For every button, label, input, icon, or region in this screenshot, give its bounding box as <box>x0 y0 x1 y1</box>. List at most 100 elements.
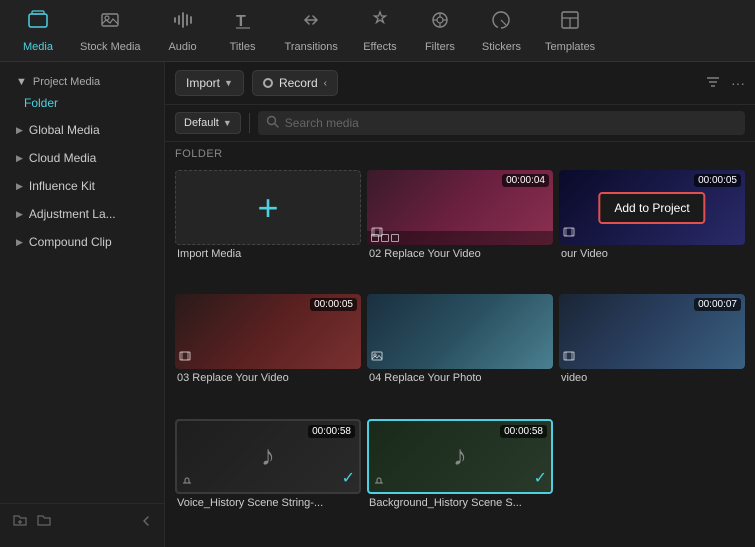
main-layout: ▼ Project Media Folder ▶ Global Media ▶ … <box>0 62 755 547</box>
audio-voice-thumb[interactable]: ♪ 00:00:58 ✓ <box>175 419 361 494</box>
photo-04-thumb[interactable] <box>367 294 553 369</box>
add-folder-icon[interactable] <box>12 512 28 531</box>
list-item[interactable]: ♪ 00:00:58 ✓ Background_History Scene S.… <box>367 419 553 537</box>
list-item[interactable]: 00:00:07 video <box>559 294 745 412</box>
record-dot-icon <box>263 78 273 88</box>
search-input[interactable] <box>285 116 737 130</box>
video-02b-label: our Video <box>559 248 745 260</box>
video-02-label: 02 Replace Your Video <box>367 248 553 260</box>
record-arrow: ‹ <box>324 78 327 89</box>
toolbar-media-label: Media <box>23 41 53 53</box>
add-to-project-popup[interactable]: Add to Project <box>598 192 705 224</box>
sidebar-project-media[interactable]: ▼ Project Media <box>0 70 164 92</box>
filmstrip-icon <box>371 226 383 241</box>
import-button[interactable]: Import ▼ <box>175 70 244 96</box>
video-02b-thumb[interactable]: 00:00:05 Add to Project <box>559 170 745 245</box>
audio-bg-duration: 00:00:58 <box>500 425 547 438</box>
topbar-right-actions: ··· <box>705 74 745 93</box>
video-02-duration: 00:00:04 <box>502 174 549 187</box>
record-button[interactable]: Record ‹ <box>252 70 338 96</box>
video-03-label: 03 Replace Your Video <box>175 372 361 384</box>
audio-voice-label: Voice_History Scene String-... <box>175 497 361 509</box>
toolbar-transitions-label: Transitions <box>285 41 338 53</box>
sidebar-cloud-media-label: Cloud Media <box>29 151 96 165</box>
audio-type-icon <box>181 473 193 488</box>
audio-icon <box>172 9 194 37</box>
video-05-duration: 00:00:07 <box>694 298 741 311</box>
video-02-thumb[interactable]: 00:00:04 <box>367 170 553 245</box>
record-label: Record <box>279 76 318 90</box>
list-item[interactable]: ♪ 00:00:58 ✓ Voice_History Scene String-… <box>175 419 361 537</box>
content-area: Import ▼ Record ‹ ··· <box>165 62 755 547</box>
adjustment-la-arrow: ▶ <box>16 209 23 220</box>
toolbar-templates-label: Templates <box>545 41 595 53</box>
titles-icon: T <box>232 9 254 37</box>
toolbar-effects-label: Effects <box>363 41 396 53</box>
video-03-thumb[interactable]: 00:00:05 <box>175 294 361 369</box>
search-divider <box>249 113 250 133</box>
import-dropdown-arrow: ▼ <box>224 78 233 88</box>
sidebar-influence-kit-label: Influence Kit <box>29 179 95 193</box>
influence-kit-arrow: ▶ <box>16 181 23 192</box>
audio-voice-duration: 00:00:58 <box>308 425 355 438</box>
toolbar-filters-label: Filters <box>425 41 455 53</box>
list-item[interactable]: + Import Media <box>175 170 361 288</box>
video-02b-duration: 00:00:05 <box>694 174 741 187</box>
toolbar-item-transitions[interactable]: Transitions <box>273 3 350 59</box>
toolbar: Media Stock Media Audio T Titles <box>0 0 755 62</box>
list-item[interactable]: 00:00:05 Add to Project our Video <box>559 170 745 288</box>
sidebar-item-global-media[interactable]: ▶ Global Media <box>0 116 164 144</box>
image-icon <box>371 350 383 365</box>
more-options-icon[interactable]: ··· <box>731 75 745 91</box>
search-bar: Default ▼ <box>165 105 755 142</box>
transitions-icon <box>300 9 322 37</box>
sidebar-item-influence-kit[interactable]: ▶ Influence Kit <box>0 172 164 200</box>
global-media-arrow: ▶ <box>16 125 23 136</box>
import-plus-icon: + <box>257 190 278 226</box>
import-media-label: Import Media <box>175 248 361 260</box>
content-topbar: Import ▼ Record ‹ ··· <box>165 62 755 105</box>
toolbar-audio-label: Audio <box>168 41 196 53</box>
default-view-button[interactable]: Default ▼ <box>175 112 241 134</box>
toolbar-titles-label: Titles <box>230 41 256 53</box>
photo-04-preview <box>367 294 553 369</box>
search-icon <box>266 115 279 131</box>
toolbar-item-templates[interactable]: Templates <box>533 3 607 59</box>
audio-type-icon-2 <box>373 473 385 488</box>
audio-voice-checkmark: ✓ <box>342 468 355 488</box>
toolbar-item-stickers[interactable]: Stickers <box>470 3 533 59</box>
filmstrip-icon-5 <box>563 350 575 365</box>
list-item[interactable]: 00:00:05 03 Replace Your Video <box>175 294 361 412</box>
compound-clip-arrow: ▶ <box>16 237 23 248</box>
search-input-wrapper <box>258 111 745 135</box>
audio-bg-thumb[interactable]: ♪ 00:00:58 ✓ <box>367 419 553 494</box>
toolbar-item-media[interactable]: Media <box>8 3 68 59</box>
folder-icon[interactable] <box>36 512 52 531</box>
templates-icon <box>559 9 581 37</box>
toolbar-item-audio[interactable]: Audio <box>153 3 213 59</box>
stock-media-icon <box>99 9 121 37</box>
collapse-arrow-icon[interactable] <box>140 514 152 530</box>
sidebar-item-adjustment-la[interactable]: ▶ Adjustment La... <box>0 200 164 228</box>
sidebar-item-cloud-media[interactable]: ▶ Cloud Media <box>0 144 164 172</box>
toolbar-item-effects[interactable]: Effects <box>350 3 410 59</box>
video-05-thumb[interactable]: 00:00:07 <box>559 294 745 369</box>
folder-section-label: FOLDER <box>165 142 755 166</box>
filter-icon[interactable] <box>705 74 721 93</box>
sidebar-compound-clip-label: Compound Clip <box>29 235 112 249</box>
toolbar-stock-label: Stock Media <box>80 41 141 53</box>
effects-icon <box>369 9 391 37</box>
project-media-arrow: ▼ <box>16 76 27 88</box>
sidebar-item-compound-clip[interactable]: ▶ Compound Clip <box>0 228 164 256</box>
toolbar-item-titles[interactable]: T Titles <box>213 3 273 59</box>
audio-bg-checkmark: ✓ <box>534 468 547 488</box>
video-05-label: video <box>559 372 745 384</box>
list-item[interactable]: 04 Replace Your Photo <box>367 294 553 412</box>
sidebar-adjustment-label: Adjustment La... <box>29 207 116 221</box>
toolbar-item-stock-media[interactable]: Stock Media <box>68 3 153 59</box>
list-item[interactable]: 00:00:04 02 Replace Your Video <box>367 170 553 288</box>
import-media-thumb[interactable]: + <box>175 170 361 245</box>
video-03-duration: 00:00:05 <box>310 298 357 311</box>
toolbar-item-filters[interactable]: Filters <box>410 3 470 59</box>
sidebar-folder-item[interactable]: Folder <box>0 92 164 116</box>
